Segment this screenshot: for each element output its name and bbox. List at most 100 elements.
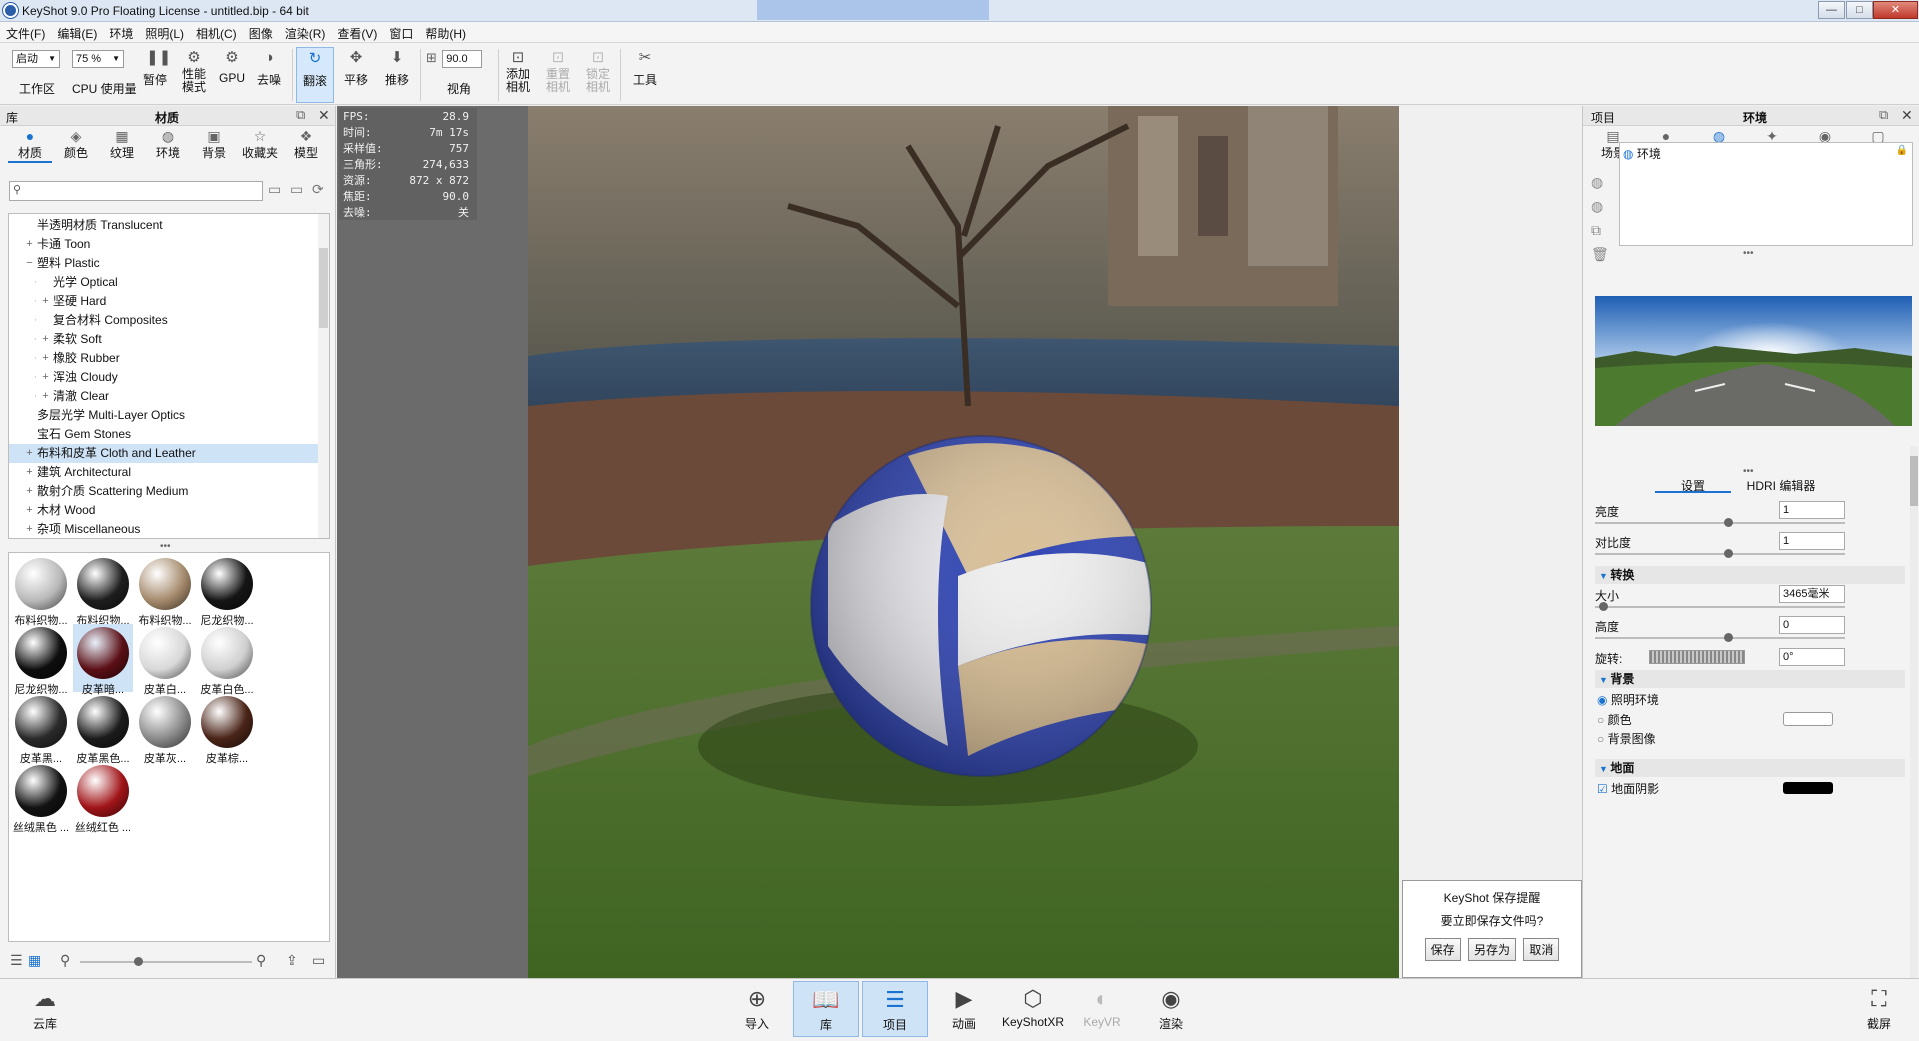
add-environment-icon[interactable]: ◍: [1591, 174, 1603, 191]
performance-mode-button[interactable]: ⚙ 性能 模式: [176, 47, 212, 103]
splitter-grip-icon[interactable]: •••: [1743, 248, 1754, 259]
ground-section-header[interactable]: ▼ 地面: [1595, 759, 1905, 777]
ground-shadow-checkbox[interactable]: ☑ 地面阴影: [1597, 780, 1659, 797]
splitter-grip-icon[interactable]: •••: [1743, 466, 1754, 477]
maximize-button[interactable]: □: [1846, 1, 1873, 19]
size-input[interactable]: 3465毫米: [1779, 585, 1845, 603]
grid-view-icon[interactable]: ▦: [28, 952, 41, 969]
brightness-slider[interactable]: [1595, 522, 1845, 524]
close-button[interactable]: ✕: [1873, 1, 1918, 19]
material-thumbnail[interactable]: 皮革黑...: [11, 693, 71, 765]
tree-scrollbar[interactable]: [318, 214, 329, 538]
cancel-button[interactable]: 取消: [1523, 938, 1560, 961]
cpu-usage-select[interactable]: 75 % ▼: [72, 50, 124, 68]
size-slider[interactable]: [1595, 606, 1845, 608]
bg-option-lighting-environment[interactable]: ◉ 照明环境: [1597, 691, 1659, 708]
render-button[interactable]: ◉ 渲染: [1138, 981, 1204, 1037]
dolly-button[interactable]: ⬇ 推移: [380, 47, 414, 103]
background-section-header[interactable]: ▼ 背景: [1595, 670, 1905, 688]
fov-input[interactable]: 90.0: [442, 50, 483, 68]
workspace-select[interactable]: 启动 ▼: [12, 50, 60, 68]
zoom-out-icon[interactable]: ⚲: [60, 952, 70, 969]
expand-toggle-icon[interactable]: +: [25, 235, 34, 254]
save-button[interactable]: 保存: [1424, 938, 1461, 961]
copy-environment-icon[interactable]: ⧉: [1591, 222, 1601, 239]
menu-window[interactable]: 窗口: [383, 22, 419, 42]
tree-item[interactable]: + 杂项 Miscellaneous: [9, 520, 319, 538]
expand-toggle-icon[interactable]: +: [41, 330, 50, 349]
close-panel-icon[interactable]: ✕: [1901, 107, 1913, 124]
subtab-hdri-editor[interactable]: HDRI 编辑器: [1735, 477, 1827, 493]
material-thumbnail[interactable]: 丝绒红色 ...: [73, 762, 133, 834]
save-as-button[interactable]: 另存为: [1467, 938, 1516, 961]
contrast-slider[interactable]: [1595, 553, 1845, 555]
material-thumbnail[interactable]: 尼龙织物...: [197, 555, 257, 627]
material-thumbnail[interactable]: 皮革白色...: [197, 624, 257, 696]
expand-toggle-icon[interactable]: +: [41, 387, 50, 406]
rotation-input[interactable]: 0°: [1779, 648, 1845, 666]
tree-item[interactable]: 宝石 Gem Stones: [9, 425, 319, 444]
tab-background[interactable]: ▣ 背景: [192, 128, 236, 161]
screenshot-button[interactable]: ⛶ 截屏: [1846, 981, 1912, 1037]
gpu-button[interactable]: ⚙ GPU: [218, 47, 246, 103]
expand-toggle-icon[interactable]: +: [41, 292, 50, 311]
library-button[interactable]: 📖 库: [793, 981, 859, 1037]
tree-item[interactable]: + 建筑 Architectural: [9, 463, 319, 482]
tab-environment[interactable]: ◍ 环境: [146, 128, 190, 161]
pause-button[interactable]: ❚❚ 暂停: [140, 47, 171, 103]
material-thumbnail[interactable]: 布料织物...: [11, 555, 71, 627]
material-thumbnail[interactable]: 布料织物...: [135, 555, 195, 627]
transform-section-header[interactable]: ▼ 转换: [1595, 566, 1905, 584]
shadow-color-swatch[interactable]: [1783, 782, 1833, 794]
tree-item[interactable]: · + 坚硬 Hard: [9, 292, 319, 311]
tree-item[interactable]: · + 浑浊 Cloudy: [9, 368, 319, 387]
settings-scroll-thumb[interactable]: [1910, 456, 1918, 506]
brightness-knob[interactable]: [1724, 518, 1733, 527]
delete-icon[interactable]: 🗑: [1591, 246, 1609, 263]
rotation-dial[interactable]: [1649, 650, 1745, 664]
menu-render[interactable]: 渲染(R): [279, 22, 332, 42]
tree-item[interactable]: · + 橡胶 Rubber: [9, 349, 319, 368]
tree-item[interactable]: 半透明材质 Translucent: [9, 216, 319, 235]
tree-item[interactable]: + 卡通 Toon: [9, 235, 319, 254]
render-image[interactable]: [528, 106, 1399, 978]
minimize-button[interactable]: —: [1818, 1, 1845, 19]
menu-view[interactable]: 查看(V): [331, 22, 383, 42]
material-thumbnail[interactable]: 尼龙织物...: [11, 624, 71, 696]
expand-toggle-icon[interactable]: +: [25, 444, 34, 463]
material-thumbnail[interactable]: 皮革灰...: [135, 693, 195, 765]
size-knob[interactable]: [1599, 602, 1608, 611]
zoom-in-icon[interactable]: ⚲: [256, 952, 266, 969]
tree-item[interactable]: + 散射介质 Scattering Medium: [9, 482, 319, 501]
undock-icon[interactable]: ⧉: [1879, 107, 1888, 123]
folder-add-icon[interactable]: ▭: [290, 181, 303, 198]
expand-toggle-icon[interactable]: +: [25, 520, 34, 538]
tree-scroll-thumb[interactable]: [319, 248, 328, 328]
height-knob[interactable]: [1724, 633, 1733, 642]
material-thumbnail[interactable]: 皮革黑色...: [73, 693, 133, 765]
tab-color[interactable]: ◈ 颜色: [54, 128, 98, 161]
thumbnail-size-slider[interactable]: [80, 961, 252, 963]
material-thumbnail[interactable]: 皮革棕...: [197, 693, 257, 765]
expand-toggle-icon[interactable]: +: [41, 349, 50, 368]
tree-item[interactable]: + 布料和皮革 Cloth and Leather: [9, 444, 319, 463]
contrast-knob[interactable]: [1724, 549, 1733, 558]
tumble-button[interactable]: ↻ 翻滚: [296, 47, 334, 103]
menu-image[interactable]: 图像: [243, 22, 279, 42]
lock-camera-button[interactable]: ⊡ 锁定 相机: [582, 47, 614, 103]
duplicate-environment-icon[interactable]: ◍: [1591, 198, 1603, 215]
settings-scrollbar[interactable]: [1910, 446, 1918, 978]
list-view-icon[interactable]: ☰: [10, 952, 23, 969]
tree-item[interactable]: · + 柔软 Soft: [9, 330, 319, 349]
reset-camera-button[interactable]: ⊡ 重置 相机: [542, 47, 574, 103]
tab-material[interactable]: ● 材质: [8, 128, 52, 163]
contrast-input[interactable]: 1: [1779, 532, 1845, 550]
material-thumbnail[interactable]: 皮革暗...: [73, 624, 133, 696]
splitter-grip-icon[interactable]: •••: [160, 541, 171, 552]
cloud-library-button[interactable]: ☁ 云库: [12, 981, 78, 1037]
upload-icon[interactable]: ⇪: [286, 952, 298, 969]
menu-file[interactable]: 文件(F): [0, 22, 51, 42]
animation-button[interactable]: ▶ 动画: [931, 981, 997, 1037]
tree-item[interactable]: + 木材 Wood: [9, 501, 319, 520]
hdri-preview[interactable]: [1595, 296, 1912, 426]
